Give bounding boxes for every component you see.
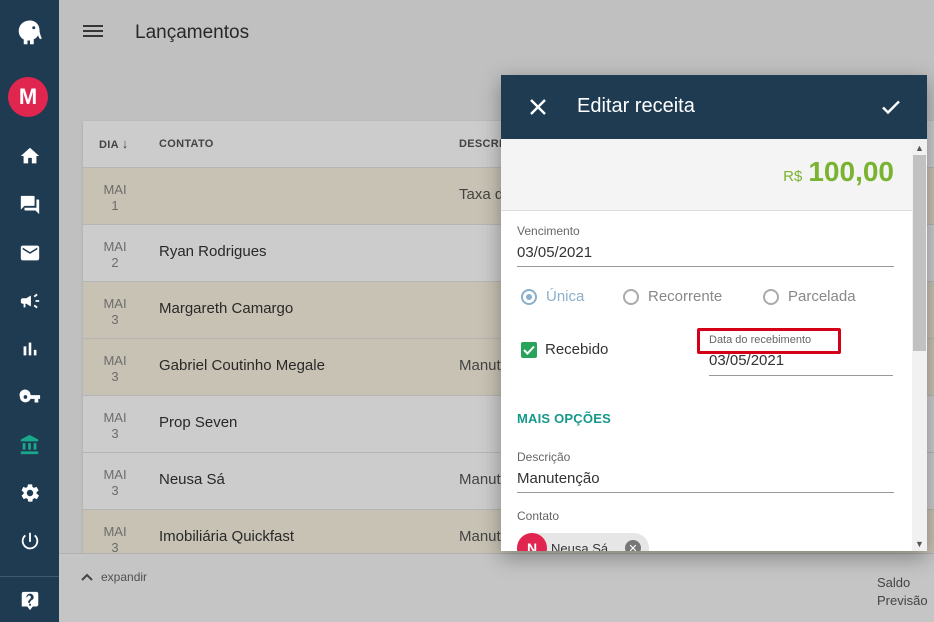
contact-avatar: N xyxy=(517,533,547,551)
due-date-label: Vencimento xyxy=(517,224,580,238)
receipt-date-input[interactable]: 03/05/2021 xyxy=(709,352,784,369)
sidebar-divider xyxy=(0,576,59,577)
bank-icon[interactable] xyxy=(0,430,59,460)
key-icon[interactable] xyxy=(0,382,59,412)
bar-chart-icon[interactable] xyxy=(0,334,59,364)
chat-icon[interactable] xyxy=(0,190,59,220)
due-date-underline xyxy=(517,266,894,267)
gear-icon[interactable] xyxy=(0,478,59,508)
received-label: Recebido xyxy=(545,341,609,358)
contact-chip[interactable]: N Neusa Sá ✕ xyxy=(517,533,649,551)
confirm-check-icon[interactable] xyxy=(879,95,903,119)
more-options-button[interactable]: MAIS OPÇÕES xyxy=(517,411,611,426)
amount-display: R$ 100,00 xyxy=(783,156,894,187)
amount-area[interactable]: R$ 100,00 xyxy=(501,139,912,211)
scroll-thumb[interactable] xyxy=(913,155,926,351)
megaphone-icon[interactable] xyxy=(0,286,59,316)
description-input[interactable]: Manutenção xyxy=(517,470,600,487)
sidebar: M xyxy=(0,0,59,622)
dialog-scrollbar[interactable]: ▲ ▼ xyxy=(912,139,927,551)
power-icon[interactable] xyxy=(0,526,59,556)
edit-income-dialog: Editar receita R$ 100,00 Vencimento 03/0… xyxy=(501,75,927,551)
dialog-title: Editar receita xyxy=(577,95,695,117)
close-icon[interactable] xyxy=(527,96,549,118)
description-underline xyxy=(517,492,894,493)
user-avatar[interactable]: M xyxy=(8,77,48,117)
dialog-header: Editar receita xyxy=(501,75,927,139)
radio-recurring[interactable]: Recorrente xyxy=(623,288,722,305)
help-icon[interactable] xyxy=(0,586,59,616)
received-checkbox[interactable] xyxy=(521,342,537,358)
home-icon[interactable] xyxy=(0,141,59,171)
receipt-date-underline xyxy=(709,375,893,376)
radio-single[interactable]: Única xyxy=(521,288,584,305)
contact-label: Contato xyxy=(517,509,560,523)
check-icon xyxy=(523,345,535,355)
description-label: Descrição xyxy=(517,450,571,464)
remove-contact-icon[interactable]: ✕ xyxy=(625,540,641,551)
due-date-input[interactable]: 03/05/2021 xyxy=(517,244,592,261)
radio-installments[interactable]: Parcelada xyxy=(763,288,856,305)
scroll-down-arrow-icon[interactable]: ▼ xyxy=(912,537,927,551)
mail-icon[interactable] xyxy=(0,238,59,268)
contact-name: Neusa Sá xyxy=(551,541,609,551)
elephant-logo-icon[interactable] xyxy=(0,18,59,48)
highlight-box xyxy=(697,328,841,354)
scroll-up-arrow-icon[interactable]: ▲ xyxy=(912,141,927,155)
